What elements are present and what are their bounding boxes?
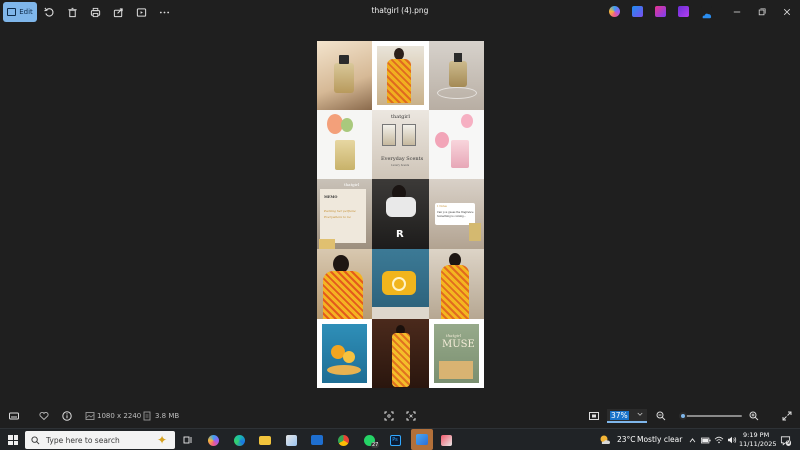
photos-app-window: Edit thatgirl (4).png thatgirl Everyday … xyxy=(0,0,800,428)
zoom-slider[interactable] xyxy=(680,415,742,417)
tile-perfume-bottle-1 xyxy=(317,41,372,110)
tile-luxury-scents-text: Luxury Scents xyxy=(391,164,410,167)
tile-memo-line-2: Everywhere to be xyxy=(324,215,351,219)
whatsapp-icon[interactable]: 27 xyxy=(361,432,380,448)
filesize-icon xyxy=(141,410,153,422)
copilot-taskbar-icon[interactable] xyxy=(205,432,221,448)
filmstrip-icon[interactable] xyxy=(8,410,20,422)
tile-memo-line-1: Packing her perfume xyxy=(324,209,356,213)
restore-button[interactable] xyxy=(755,5,769,19)
zoom-level-value[interactable]: 37% xyxy=(610,410,629,420)
more-icon[interactable] xyxy=(157,5,171,19)
slideshow-icon[interactable] xyxy=(134,5,148,19)
tile-girl-photo-3 xyxy=(429,249,484,319)
search-highlight-icon: ✦ xyxy=(156,433,167,447)
zoom-slider-thumb[interactable] xyxy=(678,412,687,420)
tile-girl-full-body xyxy=(372,319,429,388)
chrome-browser-icon[interactable] xyxy=(335,432,351,448)
tile-perfume-bottle-2 xyxy=(429,41,484,110)
zoom-level-dropdown[interactable]: 37% xyxy=(607,409,647,423)
photoshop-icon[interactable]: Ps xyxy=(387,432,403,448)
crop-select-icon[interactable] xyxy=(383,410,395,422)
tile-muse-brand: thatgirl xyxy=(446,333,462,338)
tile-muse-title: MUSE xyxy=(442,339,475,350)
rotate-icon[interactable] xyxy=(42,5,56,19)
print-icon[interactable] xyxy=(88,5,102,19)
designer-icon[interactable] xyxy=(632,6,643,17)
tile-memo-heading: MEMO xyxy=(324,195,338,199)
tile-yellow-telephone xyxy=(372,249,429,319)
file-explorer-icon[interactable] xyxy=(257,432,273,448)
photos-taskbar-icon[interactable] xyxy=(411,429,433,450)
windows-start-icon[interactable] xyxy=(8,435,18,445)
tile-orange-perfume xyxy=(319,321,370,386)
weather-description[interactable]: Mostly clear xyxy=(637,435,682,444)
editor-app-icon[interactable] xyxy=(678,6,689,17)
chevron-down-icon[interactable] xyxy=(637,412,643,419)
microsoft-store-icon[interactable] xyxy=(283,432,299,448)
tile-girl-in-car: R xyxy=(372,179,429,249)
tile-perfume-flowers-2 xyxy=(429,110,484,179)
chevron-up-icon[interactable] xyxy=(686,432,698,448)
visual-search-icon[interactable] xyxy=(405,410,417,422)
notification-count-badge: 9 xyxy=(786,440,792,446)
battery-icon[interactable] xyxy=(700,432,712,448)
tile-muse-poster: thatgirl MUSE xyxy=(431,321,482,386)
clock-time[interactable]: 9:19 PM xyxy=(743,431,769,439)
tile-brand-text: thatgirl xyxy=(391,114,411,120)
notification-center-icon[interactable]: 9 xyxy=(778,432,792,448)
windows-taskbar: Type here to search ✦ 27 Ps 23°C Mostly … xyxy=(0,428,800,450)
fullscreen-icon[interactable] xyxy=(781,410,793,422)
mail-icon[interactable] xyxy=(309,432,325,448)
snipping-tool-icon[interactable] xyxy=(438,432,454,448)
tile-notes-card: 1 Notes Can you guess the fragrance Some… xyxy=(429,179,484,249)
close-button[interactable] xyxy=(780,5,794,19)
whatsapp-unread-badge: 27 xyxy=(371,442,380,448)
image-canvas[interactable]: thatgirl Everyday Scents Luxury Scents M… xyxy=(317,41,484,388)
favorite-icon[interactable] xyxy=(38,410,50,422)
file-size: 3.8 MB xyxy=(155,412,180,420)
tile-memo-brand: thatgirl xyxy=(344,182,360,187)
tile-notes-heading: 1 Notes xyxy=(437,205,447,208)
share-icon[interactable] xyxy=(111,5,125,19)
tile-perfume-flowers-1 xyxy=(317,110,372,179)
tile-notes-line-2: Something is coming... xyxy=(437,215,467,218)
search-icon xyxy=(31,435,40,444)
tile-girl-photo-2 xyxy=(317,249,372,319)
clipchamp-icon[interactable] xyxy=(655,6,666,17)
copilot-icon[interactable] xyxy=(609,6,620,17)
zoom-in-icon[interactable] xyxy=(748,410,760,422)
tile-girl-photo-1 xyxy=(374,43,427,108)
weather-temperature[interactable]: 23°C xyxy=(617,435,636,444)
tile-everyday-scents-text: Everyday Scents xyxy=(381,156,424,162)
onedrive-icon[interactable] xyxy=(701,6,712,19)
delete-icon[interactable] xyxy=(65,5,79,19)
edit-button[interactable]: Edit xyxy=(3,2,37,22)
zoom-out-icon[interactable] xyxy=(655,410,667,422)
fit-to-window-icon[interactable] xyxy=(588,410,600,422)
tile-notes-line-1: Can you guess the fragrance xyxy=(437,211,474,214)
edit-icon xyxy=(7,8,17,16)
top-toolbar: Edit thatgirl (4).png xyxy=(0,0,800,24)
weather-icon[interactable] xyxy=(598,432,612,448)
minimize-button[interactable] xyxy=(730,5,744,19)
tile-memo-card: MEMO Packing her perfume Everywhere to b… xyxy=(317,179,372,249)
dimensions-icon xyxy=(84,410,96,422)
search-placeholder: Type here to search xyxy=(46,435,120,445)
info-icon[interactable] xyxy=(61,410,73,422)
image-dimensions: 1080 x 2240 xyxy=(97,412,142,420)
tile-everyday-scents: thatgirl Everyday Scents Luxury Scents xyxy=(372,110,429,179)
task-view-icon[interactable] xyxy=(180,432,196,448)
taskbar-search-box[interactable]: Type here to search ✦ xyxy=(25,431,175,449)
volume-icon[interactable] xyxy=(726,432,738,448)
edit-button-label: Edit xyxy=(19,8,33,16)
edge-browser-icon[interactable] xyxy=(231,432,247,448)
wifi-icon[interactable] xyxy=(713,432,725,448)
clock-date[interactable]: 11/11/2025 xyxy=(739,440,776,448)
